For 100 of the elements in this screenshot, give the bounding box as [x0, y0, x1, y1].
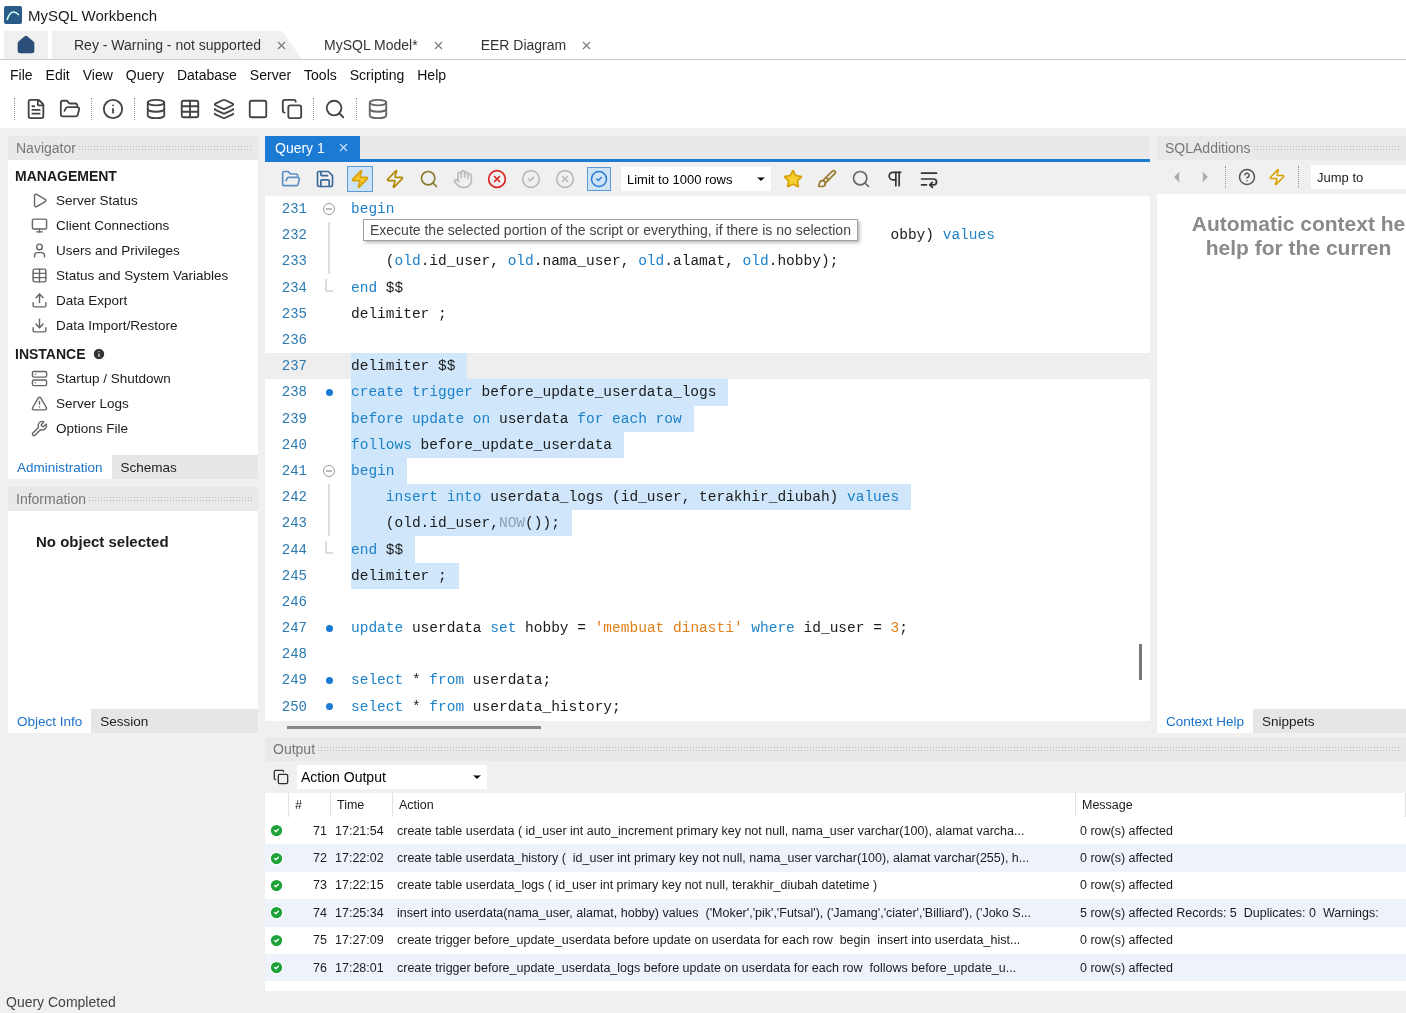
statement-marker-icon — [325, 388, 333, 396]
navigator-item[interactable]: Users and Privileges — [56, 243, 180, 258]
line-number: 242 — [280, 489, 307, 506]
line-number: 248 — [280, 646, 307, 663]
item-icon — [31, 317, 48, 334]
app-logo-icon — [4, 6, 22, 24]
code-line: select * from userdata; — [351, 671, 552, 691]
item-icon — [31, 192, 48, 209]
autocommit-button[interactable] — [587, 167, 611, 191]
item-icon — [31, 292, 48, 309]
table-cell: create trigger before_update_userdata_logs before update on userdata for each row follows before_update_u... — [393, 953, 1076, 982]
query-tab[interactable]: Query 1 — [265, 136, 360, 159]
item-icon — [31, 267, 48, 284]
panel-tab[interactable]: Context Help — [1157, 709, 1254, 733]
home-tab[interactable] — [4, 31, 48, 59]
copy-icon — [273, 769, 289, 785]
code-line: select * from userdata_history; — [351, 697, 621, 717]
item-icon — [31, 242, 48, 259]
menu-item[interactable]: Database — [172, 67, 246, 83]
fold-toggle-icon[interactable] — [323, 203, 335, 216]
home-icon — [16, 35, 36, 55]
navigator-item[interactable]: Server Logs — [56, 396, 129, 411]
table-cell: insert into userdata(nama_user, alamat, hobby) values ('Moker','pik','Futsal'), ('Jamang','ciater','Billiard'), ('Joko S... — [393, 899, 1076, 927]
fold-toggle-icon[interactable] — [323, 464, 335, 477]
scrollbar-thumb[interactable] — [1139, 644, 1142, 680]
line-number: 240 — [280, 436, 307, 453]
code-line: delimiter ; — [351, 304, 447, 324]
line-number: 246 — [280, 593, 307, 610]
panel-tab[interactable]: Object Info — [8, 709, 92, 733]
output-mode-select[interactable]: Action Output — [297, 765, 487, 789]
menu-item[interactable]: Tools — [300, 67, 346, 83]
line-number: 243 — [280, 515, 307, 532]
section-title: MANAGEMENT — [15, 168, 117, 184]
statement-marker-icon — [325, 624, 333, 632]
panel-title: Navigator — [16, 140, 76, 156]
menu-item[interactable]: Edit — [41, 67, 79, 83]
navigator-item[interactable]: Data Import/Restore — [56, 318, 178, 333]
code-line: obby) values — [890, 226, 995, 246]
navigator-item[interactable]: Client Connections — [56, 218, 170, 233]
line-number: 238 — [280, 384, 307, 401]
jump-to-field[interactable]: Jump to — [1311, 165, 1406, 189]
info-message: No object selected — [35, 532, 170, 550]
code-line: update userdata set hobby = 'membuat dinasti' where id_user = 3; — [351, 619, 908, 639]
navigator-item[interactable]: Status and System Variables — [56, 268, 229, 283]
table-cell: 76 — [289, 953, 331, 982]
navigator-item[interactable]: Data Export — [56, 293, 128, 308]
menu-item[interactable]: Server — [245, 67, 301, 83]
success-icon — [269, 960, 284, 976]
success-icon — [269, 823, 284, 839]
line-number: 234 — [280, 279, 307, 296]
line-number: 237 — [280, 358, 307, 375]
panel-title: SQLAdditions — [1165, 140, 1251, 156]
table-cell: create table userdata_history ( id_user int primary key not null, nama_user varchar(100), alamat varchar(255), h... — [393, 844, 1076, 872]
line-number: 250 — [280, 698, 307, 715]
line-number: 247 — [280, 620, 307, 637]
success-icon — [269, 932, 284, 948]
line-number: 241 — [280, 462, 307, 479]
code-line: (old.id_user, old.nama_user, old.alamat, old.hobby); — [384, 252, 839, 272]
code-line: end $$ — [351, 278, 404, 298]
line-number: 235 — [280, 305, 307, 322]
scrollbar-thumb[interactable] — [287, 725, 541, 729]
panel-tab[interactable]: Administration — [8, 455, 112, 479]
line-number: 233 — [280, 253, 307, 270]
panel-title: Information — [16, 491, 87, 507]
menu-item[interactable]: File — [6, 67, 42, 83]
limit-select[interactable]: Limit to 1000 rows — [621, 167, 771, 191]
menu-item[interactable]: Help — [413, 67, 456, 83]
item-icon — [31, 395, 48, 412]
table-cell: 17:25:34 — [331, 899, 393, 927]
menu-item[interactable]: Query — [121, 67, 173, 83]
line-number: 249 — [280, 672, 307, 689]
context-help-icon — [1238, 168, 1256, 186]
menu-item[interactable]: View — [78, 67, 122, 83]
navigator-item[interactable]: Options File — [56, 421, 129, 436]
success-icon — [269, 850, 284, 866]
table-cell: 17:22:02 — [331, 844, 393, 872]
info-icon[interactable] — [100, 96, 126, 122]
statement-marker-icon — [325, 703, 333, 711]
navigator-item[interactable]: Startup / Shutdown — [56, 371, 171, 386]
code-line: begin — [351, 200, 395, 220]
item-icon — [31, 370, 48, 387]
line-number: 236 — [280, 332, 307, 349]
statement-marker-icon — [325, 676, 333, 684]
document-tab[interactable]: Rey - Warning - not supported — [52, 31, 302, 59]
fold-end-icon — [325, 541, 333, 556]
fold-end-icon — [325, 279, 333, 294]
line-number: 232 — [280, 227, 307, 244]
menu-item[interactable]: Scripting — [345, 67, 414, 83]
table-cell: 74 — [289, 899, 331, 927]
line-number: 231 — [280, 201, 307, 218]
navigator-item[interactable]: Server Status — [56, 193, 138, 208]
success-icon — [269, 877, 284, 893]
tooltip: Execute the selected portion of the script or everything, if there is no selection — [363, 219, 858, 241]
table-cell: 5 row(s) affected Records: 5 Duplicates: 0 Warnings: — [1076, 899, 1406, 927]
line-number: 239 — [280, 410, 307, 427]
window-title: MySQL Workbench — [28, 6, 158, 24]
section-title: INSTANCE — [15, 346, 86, 362]
line-number: 245 — [280, 567, 307, 584]
help-text: help for the curren — [1204, 236, 1393, 260]
item-icon — [31, 420, 48, 437]
